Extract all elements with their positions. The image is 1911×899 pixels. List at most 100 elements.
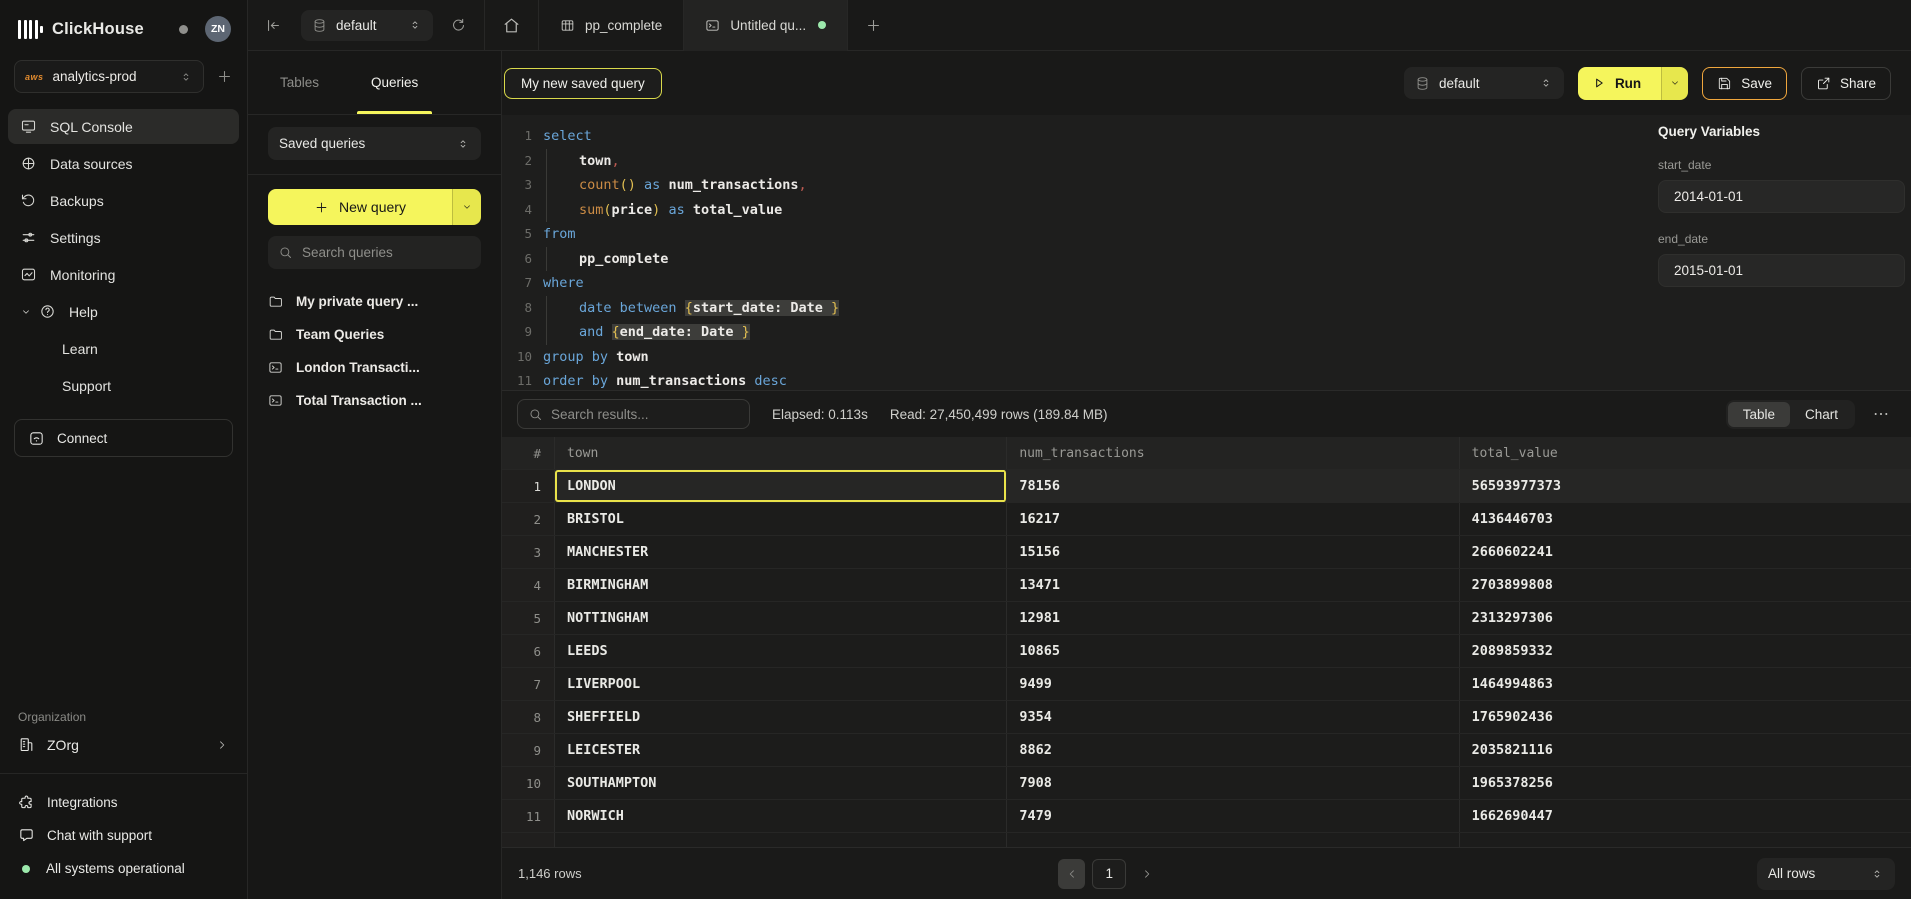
- saved-query-item[interactable]: Team Queries: [268, 318, 481, 351]
- cell-total-value[interactable]: 1662690447: [1460, 800, 1911, 832]
- cell-town[interactable]: LEICESTER: [555, 734, 1007, 766]
- home-button[interactable]: [485, 16, 538, 35]
- sidebar-item-support[interactable]: Support: [8, 368, 239, 403]
- cell-num-transactions[interactable]: 12981: [1007, 602, 1459, 634]
- page-number[interactable]: 1: [1092, 859, 1126, 889]
- row-index: 11: [502, 800, 555, 832]
- sidebar-footer-item-chat-with-support[interactable]: Chat with support: [18, 821, 229, 850]
- column-header-index[interactable]: #: [502, 437, 555, 469]
- run-button[interactable]: Run: [1578, 67, 1661, 100]
- cell-town[interactable]: MANCHESTER: [555, 536, 1007, 568]
- sidebar-item-help[interactable]: Help: [8, 294, 239, 329]
- chat-icon: [18, 827, 35, 844]
- share-button[interactable]: Share: [1801, 67, 1891, 100]
- saved-query-item[interactable]: My private query ...: [268, 285, 481, 318]
- variable-label: start_date: [1658, 158, 1901, 172]
- cell-town[interactable]: LIVERPOOL: [555, 668, 1007, 700]
- column-header-town[interactable]: town: [555, 437, 1007, 469]
- sidebar-footer-item-all-systems-operational[interactable]: All systems operational: [18, 854, 229, 883]
- refresh-button[interactable]: [433, 17, 484, 34]
- add-service-button[interactable]: [216, 68, 233, 85]
- cell-total-value[interactable]: 2313297306: [1460, 602, 1911, 634]
- page-size-select[interactable]: All rows: [1757, 858, 1895, 890]
- saved-queries-select[interactable]: Saved queries: [268, 127, 481, 160]
- topbar-tab-untitled-qu[interactable]: Untitled qu...: [684, 0, 847, 51]
- cell-num-transactions[interactable]: 9499: [1007, 668, 1459, 700]
- cell-total-value[interactable]: 1965378256: [1460, 767, 1911, 799]
- panel-tab-tables[interactable]: Tables: [280, 51, 319, 114]
- sidebar-item-data-sources[interactable]: Data sources: [8, 146, 239, 181]
- cell-town[interactable]: NORWICH: [555, 800, 1007, 832]
- cell-total-value[interactable]: 1464994863: [1460, 668, 1911, 700]
- next-page-button[interactable]: [1133, 859, 1160, 889]
- cell-num-transactions[interactable]: 13471: [1007, 569, 1459, 601]
- cell-num-transactions[interactable]: 16217: [1007, 503, 1459, 535]
- cell-town[interactable]: SOUTHAMPTON: [555, 767, 1007, 799]
- cell-num-transactions[interactable]: 8862: [1007, 734, 1459, 766]
- sidebar-item-monitoring[interactable]: Monitoring: [8, 257, 239, 292]
- clickhouse-sql-console: ClickHouse ZN aws analytics-prod SQL Con…: [0, 0, 1911, 899]
- query-tab[interactable]: My new saved query: [504, 68, 662, 99]
- service-selector[interactable]: aws analytics-prod: [14, 60, 204, 93]
- panel-tab-queries[interactable]: Queries: [371, 51, 418, 114]
- results-toolbar: Elapsed: 0.113s Read: 27,450,499 rows (1…: [502, 390, 1911, 437]
- chevron-right-icon: [215, 738, 229, 752]
- column-header-total-value[interactable]: total_value: [1460, 437, 1911, 469]
- cell-town[interactable]: LONDON: [555, 470, 1007, 502]
- collapse-sidebar-button[interactable]: [248, 17, 299, 34]
- cell-total-value[interactable]: 2035821116: [1460, 734, 1911, 766]
- saved-query-item[interactable]: London Transacti...: [268, 351, 481, 384]
- notification-dot-icon[interactable]: [179, 25, 188, 34]
- sidebar-item-sql-console[interactable]: SQL Console: [8, 109, 239, 144]
- new-tab-button[interactable]: [848, 17, 899, 34]
- cell-num-transactions[interactable]: 7479: [1007, 800, 1459, 832]
- cell-total-value[interactable]: 2703899808: [1460, 569, 1911, 601]
- cell-total-value[interactable]: 1765902436: [1460, 701, 1911, 733]
- sidebar-item-learn[interactable]: Learn: [8, 331, 239, 366]
- save-button[interactable]: Save: [1702, 67, 1787, 100]
- topbar-tab-pp-complete[interactable]: pp_complete: [539, 0, 683, 51]
- line-code: date between {start_date: Date }: [532, 296, 1646, 321]
- sql-editor[interactable]: 1select2town,3count() as num_transaction…: [502, 115, 1646, 390]
- run-options-button[interactable]: [1661, 67, 1688, 100]
- previous-page-button[interactable]: [1058, 859, 1085, 889]
- cell-town[interactable]: NOTTINGHAM: [555, 602, 1007, 634]
- view-toggle-table[interactable]: Table: [1728, 402, 1790, 427]
- topbar-database-select[interactable]: default: [301, 10, 433, 41]
- organization-item[interactable]: ZOrg: [18, 736, 229, 769]
- column-header-num-transactions[interactable]: num_transactions: [1007, 437, 1459, 469]
- cell-total-value[interactable]: 2089859332: [1460, 635, 1911, 667]
- cell-total-value[interactable]: 2660602241: [1460, 536, 1911, 568]
- sidebar-footer-item-integrations[interactable]: Integrations: [18, 788, 229, 817]
- new-query-button[interactable]: New query: [268, 189, 452, 225]
- sidebar-item-backups[interactable]: Backups: [8, 183, 239, 218]
- end-date-input[interactable]: [1658, 254, 1905, 287]
- cell-town[interactable]: SHEFFIELD: [555, 701, 1007, 733]
- search-queries-input[interactable]: [302, 245, 471, 260]
- kebab-menu-button[interactable]: ⋯: [1867, 404, 1896, 424]
- cell-num-transactions[interactable]: 15156: [1007, 536, 1459, 568]
- new-query-options-button[interactable]: [452, 189, 481, 225]
- cell-num-transactions[interactable]: 78156: [1007, 470, 1459, 502]
- cell-num-transactions[interactable]: 10865: [1007, 635, 1459, 667]
- sidebar-item-settings[interactable]: Settings: [8, 220, 239, 255]
- results-footer: 1,146 rows 1 All rows: [502, 847, 1911, 899]
- connect-button[interactable]: Connect: [14, 419, 233, 457]
- avatar[interactable]: ZN: [205, 16, 231, 42]
- cell-town[interactable]: LEEDS: [555, 635, 1007, 667]
- cell-num-transactions[interactable]: 9354: [1007, 701, 1459, 733]
- database-icon: [312, 18, 327, 33]
- start-date-input[interactable]: [1658, 180, 1905, 213]
- saved-query-item[interactable]: Total Transaction ...: [268, 384, 481, 417]
- read-stat: Read: 27,450,499 rows (189.84 MB): [890, 407, 1108, 422]
- cell-num-transactions[interactable]: 7908: [1007, 767, 1459, 799]
- cell-town[interactable]: BRISTOL: [555, 503, 1007, 535]
- editor-database-select[interactable]: default: [1404, 67, 1564, 99]
- share-icon: [1816, 76, 1831, 91]
- view-toggle-chart[interactable]: Chart: [1790, 402, 1853, 427]
- sidebar-nav: SQL ConsoleData sourcesBackupsSettingsMo…: [0, 109, 247, 403]
- search-results-input[interactable]: [551, 407, 739, 422]
- cell-total-value[interactable]: 56593977373: [1460, 470, 1911, 502]
- cell-total-value[interactable]: 4136446703: [1460, 503, 1911, 535]
- cell-town[interactable]: BIRMINGHAM: [555, 569, 1007, 601]
